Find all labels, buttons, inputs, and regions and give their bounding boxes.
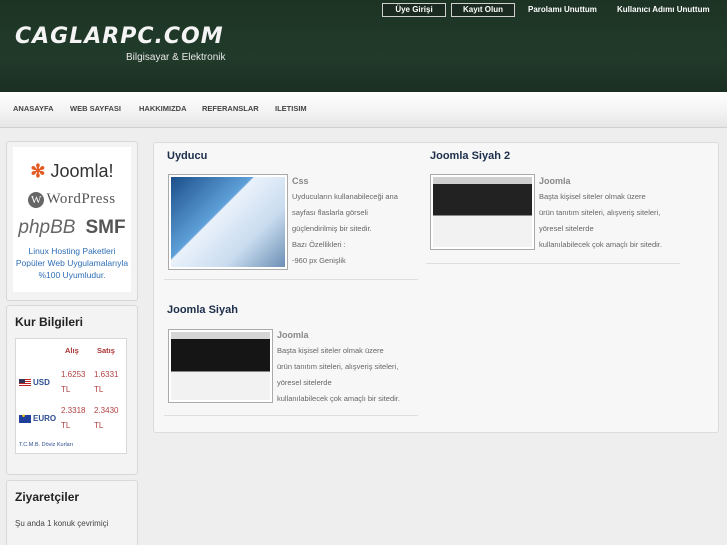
us-flag-icon [19,379,31,387]
forgot-username-link[interactable]: Kullanıcı Adımı Unuttum [617,5,710,14]
card-title[interactable]: Uyducu [167,150,207,162]
card-category: Css [292,176,309,186]
card-thumbnail[interactable] [168,329,273,403]
visitors-text: Şu anda 1 konuk çevrimiçi [15,519,109,528]
card-divider [164,415,418,416]
card-description: Başta kişisel siteler olmak üzere ürün t… [539,192,662,249]
site-header: CAGLARPC.COM Bilgisayar & Elektronik Üye… [0,0,727,92]
nav-item-anasayfa[interactable]: ANASAYFA [13,104,54,113]
sell-header: Satış [97,346,115,355]
forgot-password-link[interactable]: Parolamı Unuttum [528,5,597,14]
hosting-banner[interactable]: ✻ Joomla! W WordPress phpBB SMF Linux Host… [13,147,131,292]
card-thumbnail[interactable] [430,174,535,250]
exchange-rates-title: Kur Bilgileri [15,315,84,329]
nav-item-web-sayfasi[interactable]: WEB SAYFASI [70,104,121,113]
visitors-title: Ziyaretçiler [15,490,80,504]
currency-label: USD [33,378,50,387]
joomla-logo: ✻ Joomla! [30,161,114,181]
buy-rate: 1.6253 TL [61,370,86,394]
card-title[interactable]: Joomla Siyah 2 [430,150,510,162]
visitors-box: Ziyaretçiler Şu anda 1 konuk çevrimiçi [6,480,138,545]
card-description: Uyducuların kullanabileceği ana sayfası … [292,192,398,265]
exchange-rates-box: Kur Bilgileri Alış Satış USD 1.6253 TL 1.… [6,305,138,475]
login-button[interactable]: Üye Girişi [382,3,446,17]
hosting-box: ✻ Joomla! W WordPress phpBB SMF Linux Host… [6,141,138,301]
buy-rate: 2.3318 TL [61,406,86,430]
currency-label: EURO [33,414,57,423]
wordpress-logo: W WordPress [13,191,131,208]
card-divider [164,279,418,280]
nav-item-hakkimizda[interactable]: HAKKIMIZDA [139,104,187,113]
portfolio-panel: Uyducu Css Uyducuların kullanabileceği a… [153,142,719,433]
rate-row-usd: USD 1.6253 TL 1.6331 TL [16,365,126,401]
eu-flag-icon [19,411,31,423]
card-title[interactable]: Joomla Siyah [167,304,238,316]
site-logo[interactable]: CAGLARPC.COM [15,24,224,49]
sell-rate: 2.3430 TL [94,406,119,430]
nav-item-iletisim[interactable]: ILETISIM [275,104,307,113]
rate-row-euro: EURO 2.3318TL 2.3430TL [16,401,126,437]
tcmb-link[interactable]: T.C.M.B. Döviz Kurları [19,442,73,448]
register-button[interactable]: Kayıt Olun [451,3,515,17]
phpbb-smf-logos: phpBB SMF [18,217,126,238]
sell-rate: 1.6331 TL [94,370,119,394]
card-category: Joomla [277,330,309,340]
main-nav: ANASAYFA WEB SAYFASI HAKKIMIZDA REFERANS… [0,92,727,128]
exchange-rates-table: Alış Satış USD 1.6253TL 1.6331TL EURO 2.… [15,338,127,454]
nav-item-referanslar[interactable]: REFERANSLAR [202,104,259,113]
card-divider [426,263,680,264]
hosting-text: Linux Hosting Paketleri Popüler Web Uygu… [15,246,129,280]
site-tagline: Bilgisayar & Elektronik [126,52,226,63]
card-thumbnail[interactable] [168,174,288,270]
card-description: Başta kişisel siteler olmak üzere ürün t… [277,346,400,403]
buy-header: Alış [65,346,79,355]
card-category: Joomla [539,176,571,186]
